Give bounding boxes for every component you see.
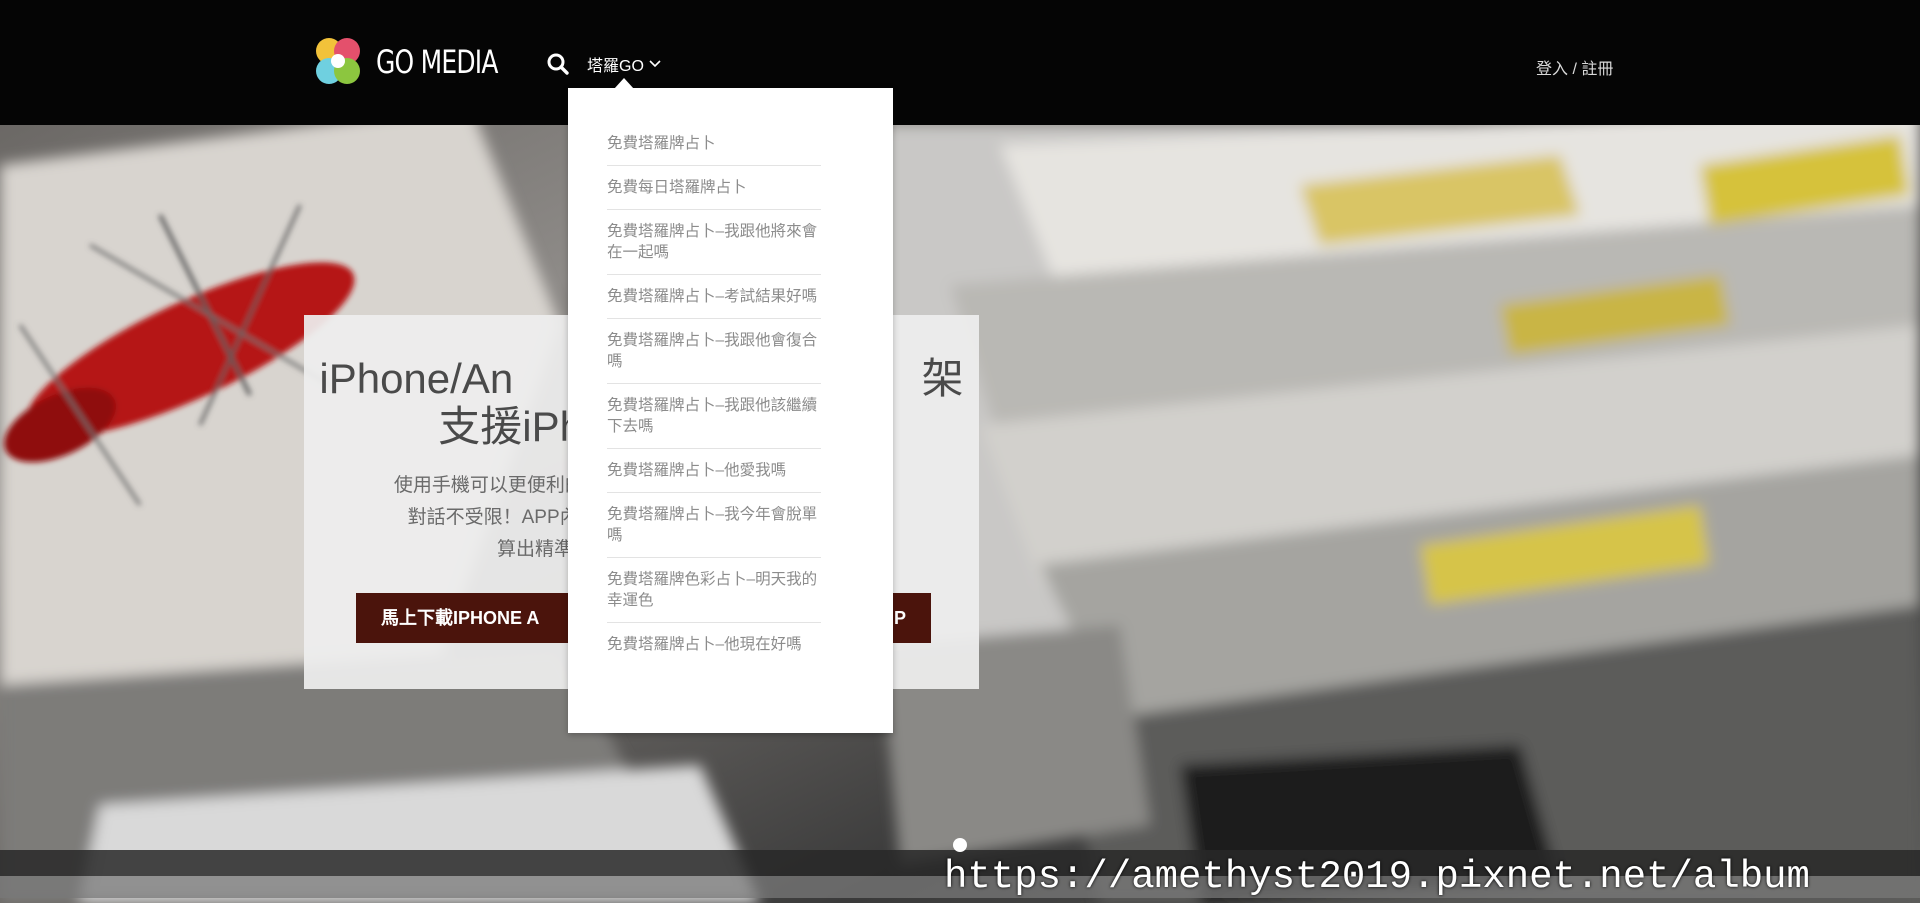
menu-item-loves-me[interactable]: 免費塔羅牌占卜–他愛我嗎 — [607, 449, 821, 493]
menu-item-daily-tarot[interactable]: 免費每日塔羅牌占卜 — [607, 166, 821, 210]
menu-item-single-this-year[interactable]: 免費塔羅牌占卜–我今年會脫單嗎 — [607, 493, 821, 558]
nav-tarot-go[interactable]: 塔羅GO — [587, 52, 661, 76]
menu-item-exam-result[interactable]: 免費塔羅牌占卜–考試結果好嗎 — [607, 275, 821, 319]
dropdown-list: 免費塔羅牌占卜 免費每日塔羅牌占卜 免費塔羅牌占卜–我跟他將來會在一起嗎 免費塔… — [607, 122, 821, 666]
logo-clover-icon — [316, 38, 360, 84]
chevron-down-icon — [649, 60, 661, 68]
menu-item-reunite[interactable]: 免費塔羅牌占卜–我跟他會復合嗎 — [607, 319, 821, 384]
watermark-url: https://amethyst2019.pixnet.net/album — [944, 855, 1810, 899]
menu-item-is-he-ok[interactable]: 免費塔羅牌占卜–他現在好嗎 — [607, 623, 821, 666]
logo[interactable]: GO MEDIA — [310, 34, 532, 90]
carousel-dot[interactable] — [953, 838, 967, 852]
dropdown-caret — [614, 78, 634, 89]
login-register-link[interactable]: 登入 / 註冊 — [1536, 55, 1613, 79]
menu-item-continue[interactable]: 免費塔羅牌占卜–我跟他該繼續下去嗎 — [607, 384, 821, 449]
logo-text: GO MEDIA — [376, 43, 498, 81]
menu-item-together-future[interactable]: 免費塔羅牌占卜–我跟他將來會在一起嗎 — [607, 210, 821, 275]
menu-item-lucky-color[interactable]: 免費塔羅牌色彩占卜–明天我的幸運色 — [607, 558, 821, 623]
tarot-dropdown-menu: 免費塔羅牌占卜 免費每日塔羅牌占卜 免費塔羅牌占卜–我跟他將來會在一起嗎 免費塔… — [568, 88, 893, 733]
nav-tarot-go-label: 塔羅GO — [587, 58, 644, 75]
site-header: GO MEDIA 塔羅GO 登入 / 註冊 — [0, 0, 1920, 125]
menu-item-free-tarot[interactable]: 免費塔羅牌占卜 — [607, 122, 821, 166]
search-icon[interactable] — [546, 52, 570, 76]
